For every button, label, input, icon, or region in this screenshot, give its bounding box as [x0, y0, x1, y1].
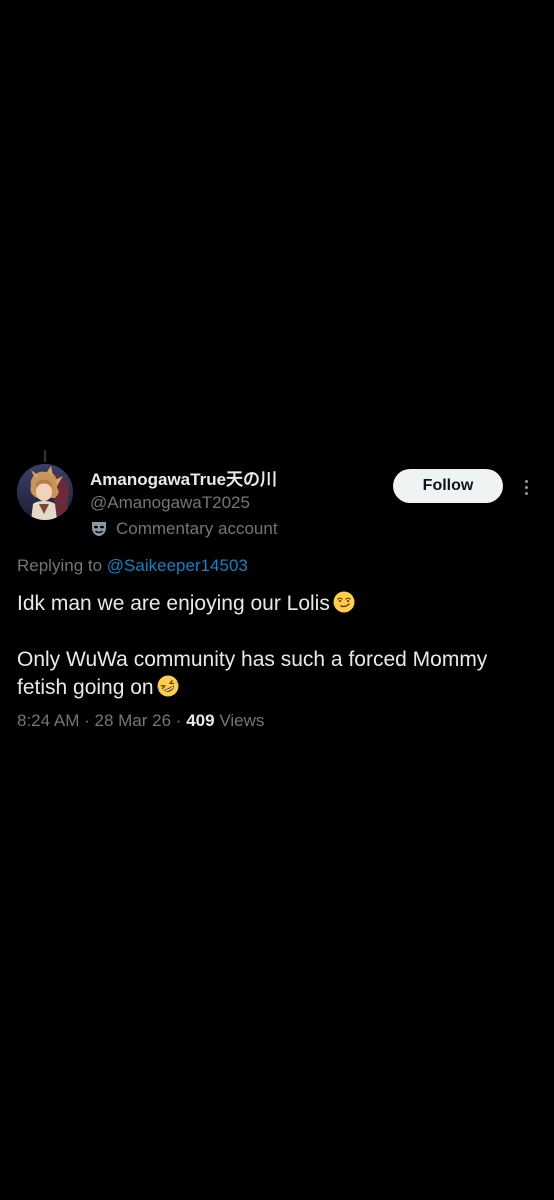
tweet-text-line-2: Only WuWa community has such a forced Mo… [17, 648, 488, 699]
views-count[interactable]: 409 [186, 711, 214, 730]
theater-mask-icon [90, 520, 108, 538]
tweet-metadata: 8:24 AM · 28 Mar 26 · 409 Views [17, 710, 264, 732]
tweet-text-paragraph-2: Only WuWa community has such a forced Mo… [17, 646, 542, 702]
follow-button[interactable]: Follow [393, 469, 503, 503]
author-display-name[interactable]: AmanogawaTrue天の川 [90, 469, 278, 491]
tweet-text-paragraph-1: Idk man we are enjoying our Lolis [17, 590, 542, 618]
tweet-text-line-1: Idk man we are enjoying our Lolis [17, 592, 330, 615]
more-vertical-icon[interactable] [516, 474, 536, 500]
replying-to-link[interactable]: @Saikeeper14503 [107, 556, 248, 575]
replying-prefix: Replying to [17, 556, 103, 575]
author-handle[interactable]: @AmanogawaT2025 [90, 492, 278, 514]
meta-separator-1: · [84, 711, 90, 730]
meta-separator-2: · [175, 711, 182, 730]
tweet-body: Idk man we are enjoying our Lolis Only W… [17, 590, 542, 702]
account-label[interactable]: Commentary account [90, 518, 278, 540]
replying-to-line: Replying to @Saikeeper14503 [17, 555, 248, 577]
tweet-date[interactable]: 28 Mar 26 [95, 711, 172, 730]
smirking-face-emoji [333, 591, 355, 613]
user-info: AmanogawaTrue天の川 @AmanogawaT2025 Comment… [90, 469, 278, 540]
avatar[interactable] [17, 464, 73, 520]
avatar-image [17, 464, 73, 520]
account-label-text: Commentary account [116, 519, 278, 538]
tweet-time[interactable]: 8:24 AM [17, 711, 79, 730]
views-label[interactable]: Views [219, 711, 264, 730]
thread-connector-line [44, 450, 46, 462]
rofl-emoji [157, 675, 179, 697]
